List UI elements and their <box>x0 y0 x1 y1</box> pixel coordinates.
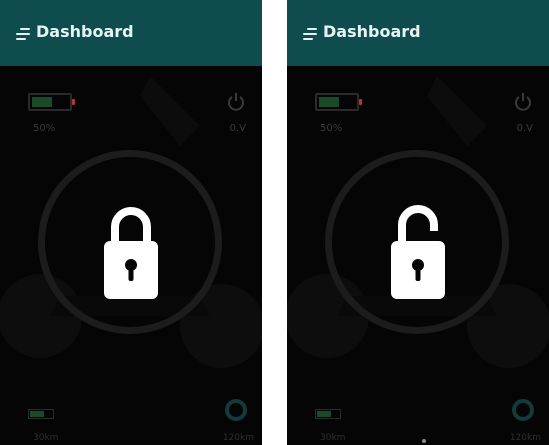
dashboard-screen-locked: Dashboard 50% 0.V 30km 120km <box>0 0 262 445</box>
distance-label: 120km <box>222 433 254 443</box>
mini-battery-icon <box>315 409 341 419</box>
hamburger-icon[interactable] <box>303 28 317 40</box>
lock-closed-icon[interactable] <box>104 205 158 299</box>
range-gauge-icon <box>512 399 534 421</box>
battery-indicator <box>28 93 75 111</box>
battery-fill <box>319 97 339 107</box>
app-bar: Dashboard <box>0 0 262 66</box>
hamburger-icon[interactable] <box>16 28 30 40</box>
dashboard-screen-unlocked: Dashboard 50% 0.V 30km 120km <box>287 0 549 445</box>
speed-label: 30km <box>320 433 346 443</box>
battery-fill <box>32 97 52 107</box>
page-indicator-dot <box>422 439 426 443</box>
range-gauge-icon <box>225 399 247 421</box>
power-icon[interactable] <box>226 92 246 112</box>
speed-label: 30km <box>33 433 59 443</box>
lock-open-icon[interactable] <box>391 205 445 299</box>
page-title: Dashboard <box>36 22 134 41</box>
voltage-label: 0.V <box>516 123 533 134</box>
battery-tip <box>359 99 362 105</box>
battery-percent: 50% <box>320 123 343 134</box>
page-title: Dashboard <box>323 22 421 41</box>
battery-indicator <box>315 93 362 111</box>
battery-tip <box>72 99 75 105</box>
power-icon[interactable] <box>513 92 533 112</box>
distance-label: 120km <box>509 433 541 443</box>
battery-percent: 50% <box>33 123 56 134</box>
app-bar: Dashboard <box>287 0 549 66</box>
voltage-label: 0.V <box>229 123 246 134</box>
mini-battery-icon <box>28 409 54 419</box>
